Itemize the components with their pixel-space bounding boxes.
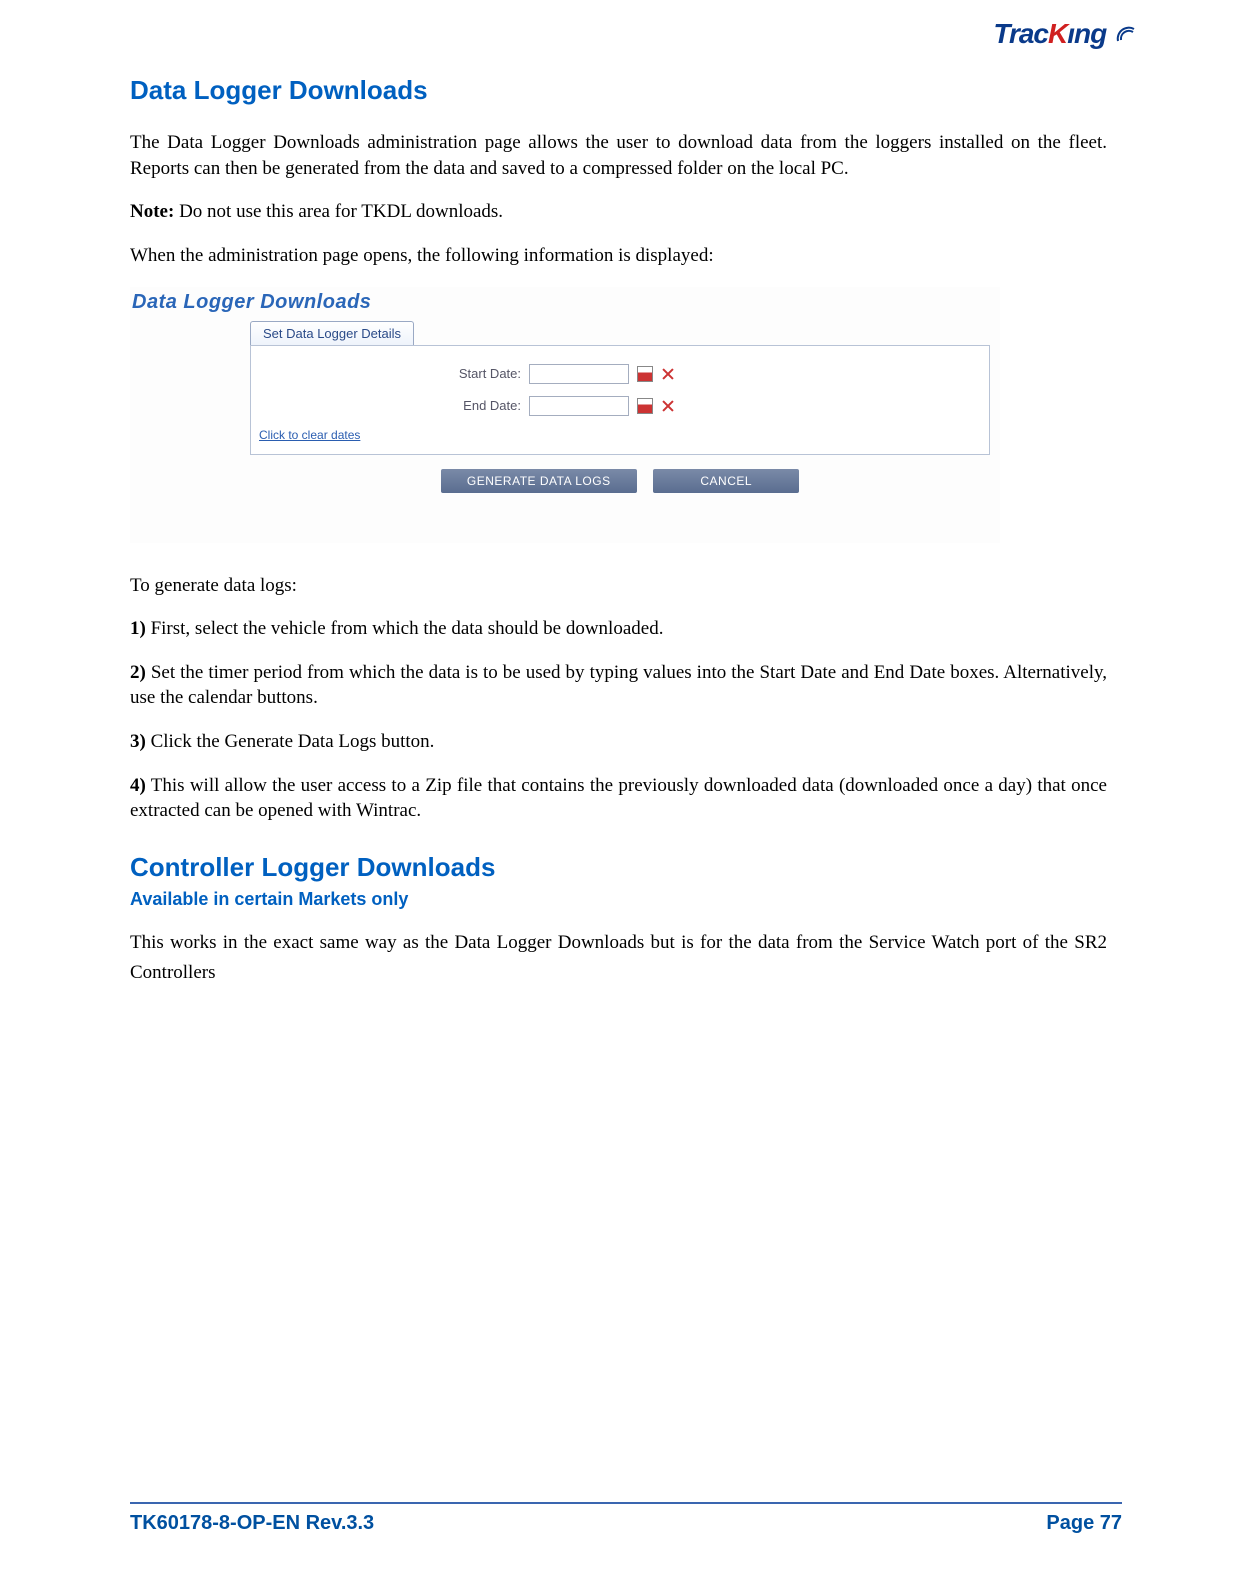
panel-title: Data Logger Downloads xyxy=(130,287,1000,314)
page-footer: TK60178-8-OP-EN Rev.3.3 Page 77 xyxy=(130,1502,1122,1535)
end-date-label: End Date: xyxy=(451,398,521,413)
brand-logo: TracKıng xyxy=(993,18,1137,52)
footer-page-number: 77 xyxy=(1100,1512,1122,1534)
logo-arc-icon xyxy=(1115,20,1137,52)
step-1-label: 1) xyxy=(130,618,146,639)
clear-icon[interactable] xyxy=(661,367,675,381)
calendar-icon[interactable] xyxy=(637,398,653,414)
step-1: 1) First, select the vehicle from which … xyxy=(130,616,1107,642)
note-text: Do not use this area for TKDL downloads. xyxy=(174,201,503,222)
steps-intro: To generate data logs: xyxy=(130,573,1107,599)
content-area: Data Logger Downloads The Data Logger Do… xyxy=(130,20,1107,989)
note-label: Note: xyxy=(130,201,174,222)
calendar-icon[interactable] xyxy=(637,366,653,382)
start-date-input[interactable] xyxy=(529,364,629,384)
logo-part1: Trac xyxy=(993,18,1048,49)
footer-page: Page 77 xyxy=(1046,1512,1122,1535)
embedded-screenshot: Data Logger Downloads Set Data Logger De… xyxy=(130,287,1000,543)
start-date-label: Start Date: xyxy=(451,366,521,381)
footer-doc-id: TK60178-8-OP-EN Rev.3.3 xyxy=(130,1512,374,1535)
step-3-text: Click the Generate Data Logs button. xyxy=(146,731,435,752)
tab-set-details[interactable]: Set Data Logger Details xyxy=(250,321,414,345)
heading-controller-logger: Controller Logger Downloads xyxy=(130,852,1107,883)
logo-part3: ıng xyxy=(1067,18,1106,49)
end-date-input[interactable] xyxy=(529,396,629,416)
note-paragraph: Note: Do not use this area for TKDL down… xyxy=(130,199,1107,225)
subheading-markets: Available in certain Markets only xyxy=(130,889,1107,910)
step-3-label: 3) xyxy=(130,731,146,752)
controller-paragraph: This works in the exact same way as the … xyxy=(130,928,1107,989)
step-2-text: Set the timer period from which the data… xyxy=(130,662,1107,709)
intro-paragraph: The Data Logger Downloads administration… xyxy=(130,130,1107,181)
cancel-button[interactable]: CANCEL xyxy=(653,469,799,493)
clear-icon[interactable] xyxy=(661,399,675,413)
step-4: 4) This will allow the user access to a … xyxy=(130,773,1107,824)
document-page: TracKıng Data Logger Downloads The Data … xyxy=(0,0,1237,1575)
step-4-label: 4) xyxy=(130,775,146,796)
button-bar: GENERATE DATA LOGS CANCEL xyxy=(250,469,990,493)
details-box: Start Date: End Date: Click to clear dat… xyxy=(250,345,990,455)
step-2-label: 2) xyxy=(130,662,146,683)
clear-dates-link[interactable]: Click to clear dates xyxy=(259,428,360,442)
generate-button[interactable]: GENERATE DATA LOGS xyxy=(441,469,637,493)
logo-part2: K xyxy=(1048,18,1067,49)
heading-data-logger: Data Logger Downloads xyxy=(130,75,1107,106)
start-date-row: Start Date: xyxy=(451,364,675,384)
step-1-text: First, select the vehicle from which the… xyxy=(146,618,664,639)
footer-page-label: Page xyxy=(1046,1512,1099,1534)
step-3: 3) Click the Generate Data Logs button. xyxy=(130,729,1107,755)
step-2: 2) Set the timer period from which the d… xyxy=(130,660,1107,711)
panel-wrap: Set Data Logger Details Start Date: End … xyxy=(250,321,990,493)
step-4-text: This will allow the user access to a Zip… xyxy=(130,775,1107,822)
lead-in-paragraph: When the administration page opens, the … xyxy=(130,243,1107,269)
end-date-row: End Date: xyxy=(451,396,675,416)
